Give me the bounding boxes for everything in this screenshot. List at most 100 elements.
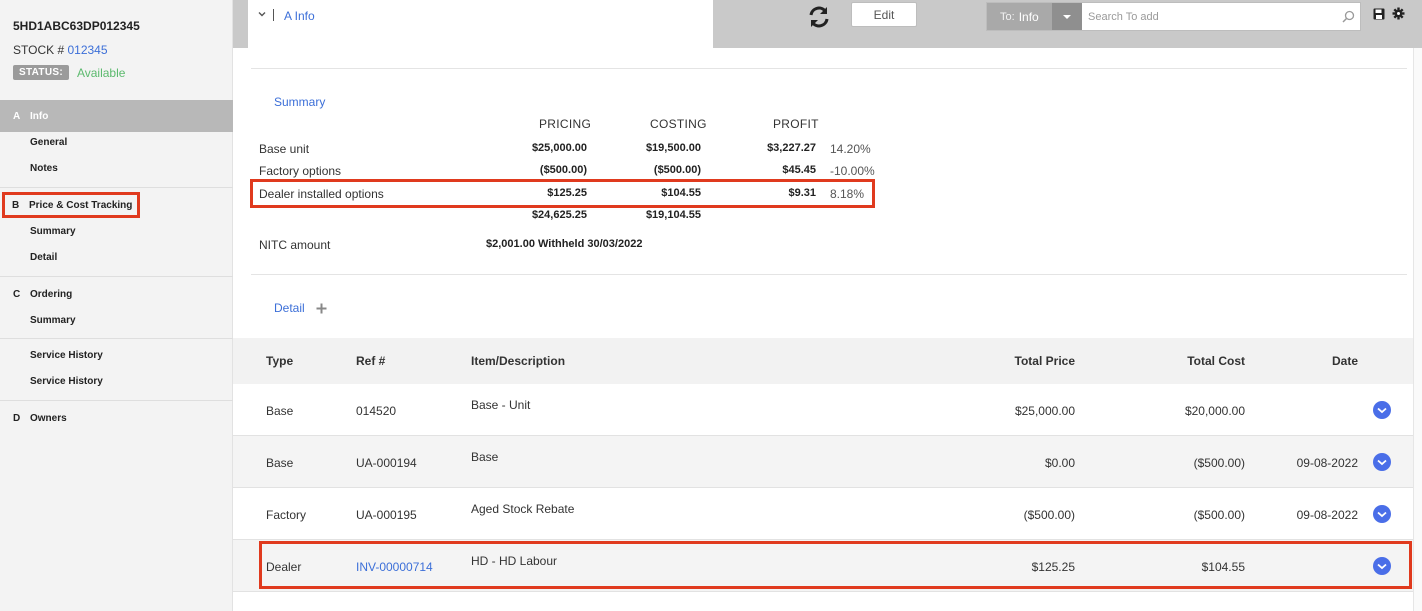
sidebar-divider bbox=[0, 276, 233, 277]
edit-button[interactable]: Edit bbox=[851, 2, 917, 27]
detail-table-header: Type Ref # Item/Description Total Price … bbox=[233, 338, 1413, 384]
profit-header: PROFIT bbox=[773, 117, 819, 131]
sidebar-item-detail[interactable]: Detail bbox=[0, 244, 233, 270]
plus-icon[interactable] bbox=[316, 301, 327, 314]
expand-chevron-icon[interactable] bbox=[1373, 505, 1391, 523]
col-desc: Item/Description bbox=[471, 354, 566, 368]
scrollbar[interactable] bbox=[1413, 48, 1422, 611]
sidebar-item-summary[interactable]: Summary bbox=[0, 218, 233, 244]
search-icon[interactable] bbox=[1336, 3, 1360, 30]
sidebar-item-notes[interactable]: Notes bbox=[0, 155, 233, 181]
chevron-down-icon[interactable] bbox=[257, 9, 267, 22]
col-cost: Total Cost bbox=[1187, 354, 1245, 368]
costing-value: $19,500.00 bbox=[645, 142, 701, 154]
expand-chevron-icon[interactable] bbox=[1373, 401, 1391, 419]
pricing-value: $25,000.00 bbox=[531, 142, 587, 154]
sidebar-item-price-cost[interactable]: B Price & Cost Tracking bbox=[0, 192, 233, 218]
pricing-total: $24,625.25 bbox=[531, 209, 587, 221]
cell-type: Factory bbox=[266, 508, 307, 522]
cell-price: ($500.00) bbox=[1023, 508, 1075, 522]
col-type: Type bbox=[266, 354, 294, 368]
status-value: Available bbox=[76, 65, 126, 80]
table-row[interactable]: Base UA-000194 Base $0.00 ($500.00) 09-0… bbox=[233, 436, 1413, 488]
cell-cost: ($500.00) bbox=[1193, 508, 1245, 522]
save-icon[interactable] bbox=[1373, 7, 1385, 20]
cell-desc: Base bbox=[471, 450, 499, 464]
profit-percent: 14.20% bbox=[830, 142, 871, 156]
cell-type: Base bbox=[266, 404, 294, 418]
summary-link[interactable]: Summary bbox=[274, 95, 325, 109]
sidebar-item-service-history-2[interactable]: Service History bbox=[0, 368, 233, 394]
detail-link[interactable]: Detail bbox=[274, 301, 305, 315]
caret-down-icon[interactable] bbox=[1052, 3, 1082, 30]
sidebar-section-ordering: C Ordering Summary bbox=[0, 283, 233, 333]
sidebar-item-ordering[interactable]: C Ordering bbox=[0, 283, 233, 305]
section-label: Info bbox=[30, 110, 49, 122]
nitc-value: $2,001.00 Withheld 30/03/2022 bbox=[486, 238, 643, 250]
gear-icon[interactable] bbox=[1392, 7, 1405, 20]
section-divider bbox=[251, 274, 1407, 275]
pricing-value: ($500.00) bbox=[539, 164, 587, 176]
section-letter: C bbox=[13, 288, 21, 300]
cell-price: $25,000.00 bbox=[1014, 404, 1075, 418]
cell-desc: Base - Unit bbox=[471, 398, 531, 412]
nitc-label: NITC amount bbox=[259, 238, 331, 252]
sidebar-item-owners[interactable]: D Owners bbox=[0, 407, 233, 429]
sidebar-divider bbox=[0, 338, 233, 339]
sidebar-item-service-history[interactable]: Service History bbox=[0, 342, 233, 368]
sidebar-divider bbox=[0, 400, 233, 401]
to-value: Info bbox=[1018, 9, 1039, 24]
profit-value: $45.45 bbox=[782, 164, 816, 176]
sidebar-divider bbox=[0, 187, 233, 188]
cell-date: 09-08-2022 bbox=[1296, 456, 1358, 470]
info-tab-panel bbox=[248, 0, 713, 48]
app-root: 5HD1ABC63DP012345 STOCK # 012345 STATUS:… bbox=[0, 0, 1422, 611]
vin-number: 5HD1ABC63DP012345 bbox=[13, 19, 140, 33]
cell-ref: 014520 bbox=[356, 404, 397, 418]
sidebar-section-price-cost: B Price & Cost Tracking Summary Detail bbox=[0, 192, 233, 270]
profit-percent: -10.00% bbox=[830, 164, 875, 178]
cell-cost: $20,000.00 bbox=[1184, 404, 1245, 418]
search-input[interactable] bbox=[1082, 3, 1336, 30]
row-label: Factory options bbox=[259, 164, 342, 178]
col-price: Total Price bbox=[1014, 354, 1075, 368]
table-row[interactable]: Factory UA-000195 Aged Stock Rebate ($50… bbox=[233, 488, 1413, 540]
sidebar-item-general[interactable]: General bbox=[0, 129, 233, 155]
cell-ref: UA-000194 bbox=[356, 456, 417, 470]
costing-value: ($500.00) bbox=[653, 164, 701, 176]
cell-cost: ($500.00) bbox=[1193, 456, 1245, 470]
price-cost-highlight: B Price & Cost Tracking bbox=[1, 192, 141, 218]
cell-price: $0.00 bbox=[1044, 456, 1075, 470]
section-letter: A bbox=[13, 110, 21, 122]
sidebar-section-info: A Info General Notes bbox=[0, 100, 233, 181]
sidebar-section-service: Service History Service History bbox=[0, 342, 233, 394]
stock-number: STOCK # 012345 bbox=[13, 43, 108, 57]
cell-date: 09-08-2022 bbox=[1296, 508, 1358, 522]
stock-label: STOCK # bbox=[13, 43, 65, 57]
status-row: STATUS: Available bbox=[13, 65, 125, 80]
tab-separator bbox=[273, 9, 274, 21]
to-selector[interactable]: To: Info bbox=[987, 3, 1052, 30]
section-letter: B bbox=[12, 199, 20, 211]
costing-total: $19,104.55 bbox=[645, 209, 701, 221]
table-row[interactable]: Base 014520 Base - Unit $25,000.00 $20,0… bbox=[233, 384, 1413, 436]
sidebar-section-owners: D Owners bbox=[0, 407, 233, 429]
expand-chevron-icon[interactable] bbox=[1373, 453, 1391, 471]
profit-value: $3,227.27 bbox=[767, 142, 816, 154]
section-label: Ordering bbox=[30, 288, 73, 300]
section-label: Price & Cost Tracking bbox=[29, 199, 133, 211]
cell-desc: Aged Stock Rebate bbox=[471, 502, 575, 516]
section-divider bbox=[251, 68, 1407, 69]
summary-row-totals: $24,625.25 $19,104.55 bbox=[259, 209, 879, 227]
refresh-icon[interactable] bbox=[806, 4, 832, 30]
sidebar-item-ordering-summary[interactable]: Summary bbox=[0, 307, 233, 333]
col-date: Date bbox=[1331, 354, 1358, 368]
sidebar-item-info[interactable]: A Info bbox=[0, 100, 233, 132]
col-ref: Ref # bbox=[356, 354, 386, 368]
status-badge: STATUS: bbox=[13, 65, 69, 80]
stock-link[interactable]: 012345 bbox=[67, 43, 107, 57]
tab-info[interactable]: A Info bbox=[284, 9, 315, 23]
cell-type: Base bbox=[266, 456, 294, 470]
pricing-header: PRICING bbox=[539, 117, 592, 131]
sidebar: 5HD1ABC63DP012345 STOCK # 012345 STATUS:… bbox=[0, 0, 233, 611]
